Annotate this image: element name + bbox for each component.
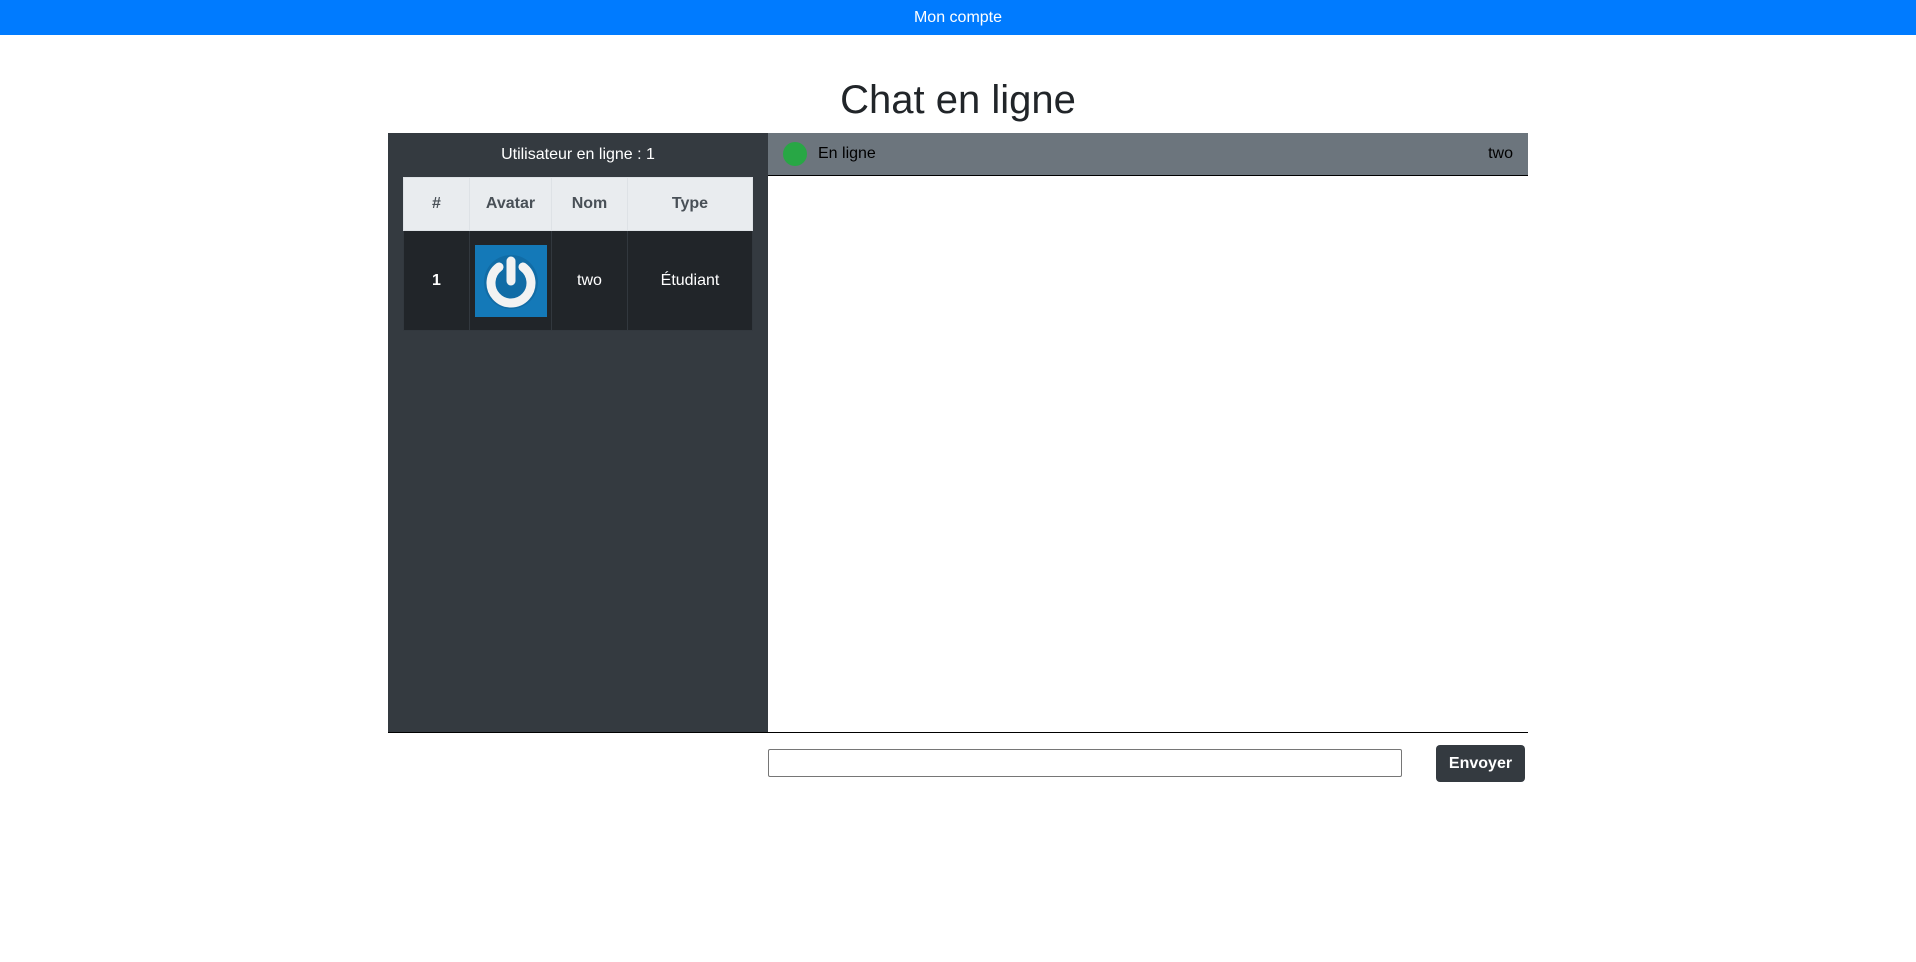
top-navbar: Mon compte <box>0 0 1916 35</box>
column-header-index: # <box>403 177 470 231</box>
message-input[interactable] <box>768 749 1402 777</box>
user-type: Étudiant <box>627 230 753 331</box>
user-index: 1 <box>403 230 470 331</box>
online-users-table: # Avatar Nom Type 1 two Étudiant <box>403 177 753 331</box>
column-header-name: Nom <box>551 177 628 231</box>
my-account-link[interactable]: Mon compte <box>914 9 1002 27</box>
chat-header: En ligne two <box>768 133 1528 176</box>
online-status-label: En ligne <box>818 145 876 162</box>
chat-divider <box>388 732 1528 733</box>
column-header-type: Type <box>627 177 753 231</box>
power-icon <box>474 244 547 317</box>
online-users-panel: Utilisateur en ligne : 1 # Avatar Nom Ty… <box>388 133 768 733</box>
table-header-row: # Avatar Nom Type <box>403 177 753 231</box>
user-avatar-cell <box>469 230 552 331</box>
online-users-count: Utilisateur en ligne : 1 <box>501 146 655 163</box>
page-title: Chat en ligne <box>840 78 1076 122</box>
chat-peer-name: two <box>1488 145 1513 162</box>
chat-messages-area[interactable] <box>768 176 1528 732</box>
online-status-icon <box>783 142 807 166</box>
send-button[interactable]: Envoyer <box>1436 745 1525 782</box>
table-row[interactable]: 1 two Étudiant <box>403 230 753 331</box>
user-name: two <box>551 230 628 331</box>
column-header-avatar: Avatar <box>469 177 552 231</box>
